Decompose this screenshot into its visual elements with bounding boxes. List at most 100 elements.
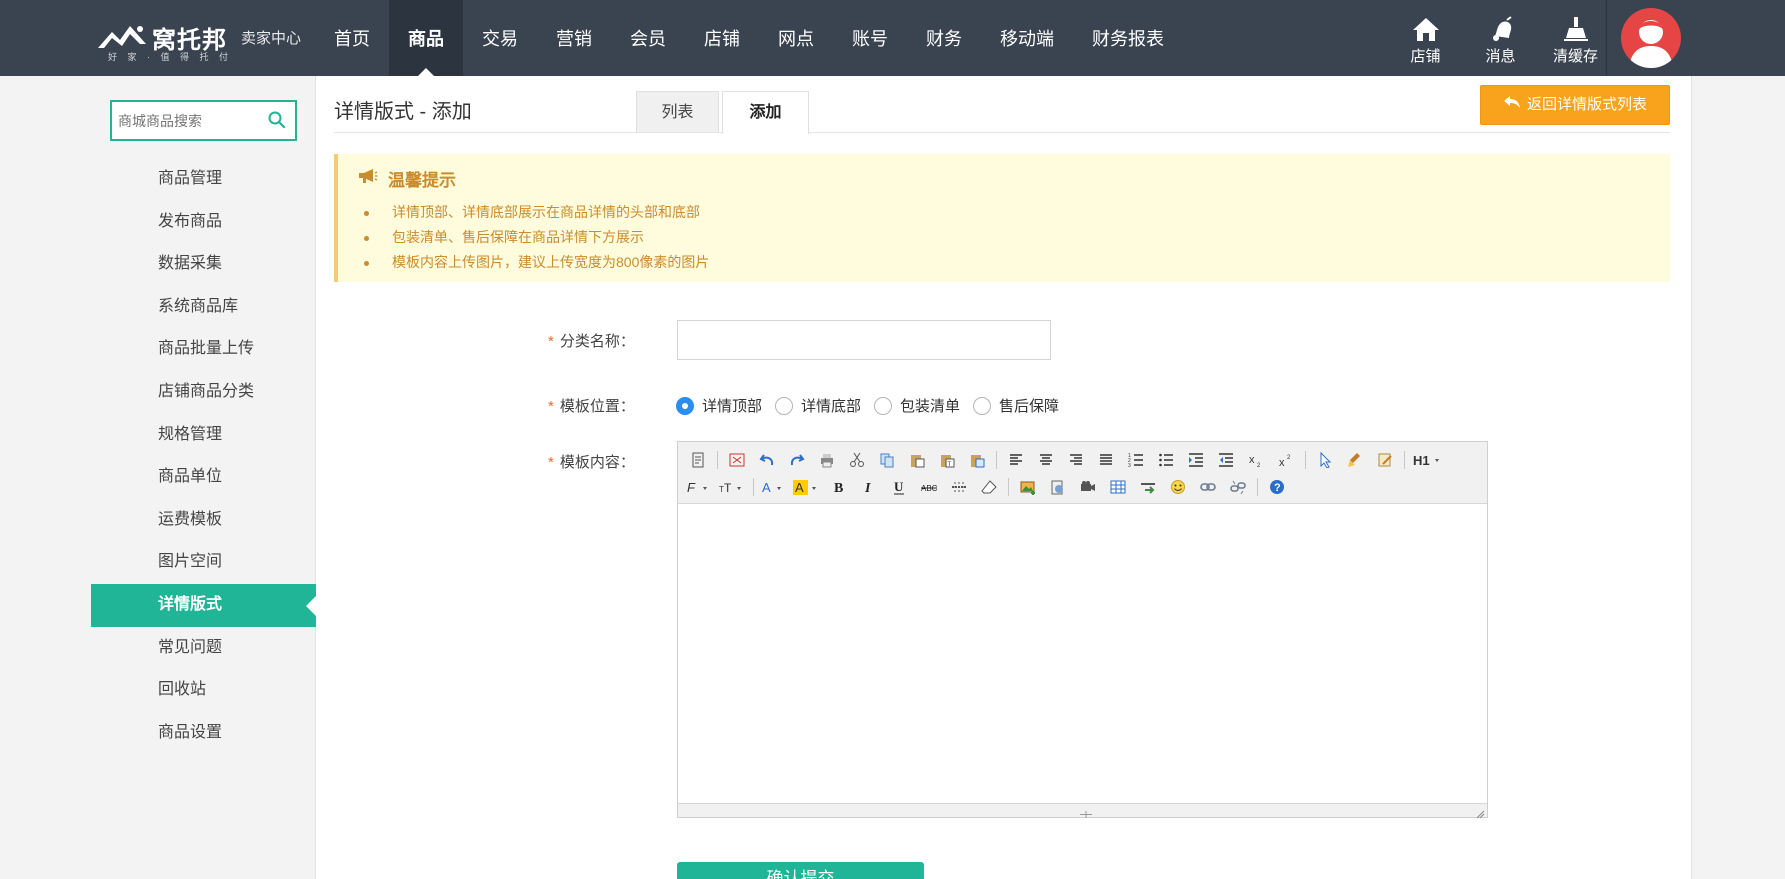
media-icon[interactable] xyxy=(1076,476,1100,498)
page-break-icon[interactable] xyxy=(1136,476,1160,498)
editor-content-area[interactable] xyxy=(678,504,1487,803)
bold-icon[interactable]: B xyxy=(827,476,851,498)
subscript-icon[interactable]: x2 xyxy=(1244,449,1268,471)
redo-icon[interactable] xyxy=(785,449,809,471)
sidebar-item-data-collect[interactable]: 数据采集 xyxy=(91,243,316,286)
sidebar-item-detail-layout[interactable]: 详情版式 xyxy=(91,583,316,627)
nav-member[interactable]: 会员 xyxy=(611,0,685,76)
align-left-icon[interactable] xyxy=(1004,449,1028,471)
sidebar-item-faq[interactable]: 常见问题 xyxy=(91,627,316,670)
required-star: * xyxy=(548,398,554,415)
indent-icon[interactable] xyxy=(1184,449,1208,471)
italic-icon[interactable]: I xyxy=(857,476,881,498)
font-color-icon[interactable]: A xyxy=(761,476,787,498)
sidebar-item-spec-manage[interactable]: 规格管理 xyxy=(91,414,316,457)
sidebar-item-system-goods-lib[interactable]: 系统商品库 xyxy=(91,286,316,329)
nav-goods[interactable]: 商品 xyxy=(389,0,463,76)
help-icon[interactable]: ? xyxy=(1265,476,1289,498)
align-right-icon[interactable] xyxy=(1064,449,1088,471)
nav-trade[interactable]: 交易 xyxy=(463,0,537,76)
sidebar-item-publish-goods[interactable]: 发布商品 xyxy=(91,201,316,244)
sidebar-item-recycle-bin[interactable]: 回收站 xyxy=(91,669,316,712)
emoticon-icon[interactable] xyxy=(1166,476,1190,498)
font-family-icon[interactable]: F xyxy=(686,476,712,498)
nav-shop[interactable]: 店铺 xyxy=(685,0,759,76)
radio-after-sale[interactable]: 售后保障 xyxy=(973,395,1059,416)
underline-icon[interactable]: U xyxy=(887,476,911,498)
paste-text-icon[interactable]: T xyxy=(935,449,959,471)
logo[interactable]: 窝托邦 好 家 · 值 得 托 付 卖家中心 xyxy=(96,12,301,62)
heading-dropdown-icon[interactable]: H1 xyxy=(1412,449,1442,471)
tip-title-text: 温馨提示 xyxy=(388,171,456,190)
sidebar-item-freight-template[interactable]: 运费模板 xyxy=(91,499,316,542)
horizontal-line-icon[interactable] xyxy=(947,476,971,498)
sidebar-item-image-space[interactable]: 图片空间 xyxy=(91,541,316,584)
clear-cache-tool-button[interactable]: 清缓存 xyxy=(1538,12,1613,66)
toolbar-separator xyxy=(1305,450,1306,469)
table-icon[interactable] xyxy=(1106,476,1130,498)
radio-dot xyxy=(676,396,694,415)
nav-account[interactable]: 账号 xyxy=(833,0,907,76)
nav-home[interactable]: 首页 xyxy=(315,0,389,76)
nav-mobile[interactable]: 移动端 xyxy=(981,0,1073,76)
eraser-icon[interactable] xyxy=(977,476,1001,498)
highlight-color-icon[interactable]: A xyxy=(793,476,821,498)
tip-item: 模板内容上传图片，建议上传宽度为800像素的图片 xyxy=(364,250,709,275)
goods-search-input[interactable] xyxy=(112,102,262,139)
print-icon[interactable] xyxy=(815,449,839,471)
radio-packing-list[interactable]: 包装清单 xyxy=(874,395,960,416)
nav-finance-report[interactable]: 财务报表 xyxy=(1073,0,1183,76)
resize-grip-icon[interactable] xyxy=(1076,806,1096,824)
logo-slogan: 好 家 · 值 得 托 付 xyxy=(108,52,233,62)
logo-center-text: 卖家中心 xyxy=(241,29,302,47)
svg-text:A: A xyxy=(762,480,771,495)
paste-word-icon[interactable] xyxy=(965,449,989,471)
sidebar-item-goods-manage[interactable]: 商品管理 xyxy=(91,158,316,201)
shop-tool-label: 店铺 xyxy=(1410,48,1441,65)
radio-detail-bottom[interactable]: 详情底部 xyxy=(775,395,861,416)
avatar[interactable] xyxy=(1621,8,1681,68)
sidebar-item-goods-unit[interactable]: 商品单位 xyxy=(91,456,316,499)
clear-format-icon[interactable] xyxy=(1343,449,1367,471)
message-tool-button[interactable]: 消息 xyxy=(1463,12,1538,66)
paste-icon[interactable] xyxy=(905,449,929,471)
font-size-icon[interactable]: TT xyxy=(718,476,746,498)
corner-resize-icon[interactable] xyxy=(1475,806,1485,824)
back-to-list-button[interactable]: 返回详情版式列表 xyxy=(1480,85,1670,125)
copy-icon[interactable] xyxy=(875,449,899,471)
flash-icon[interactable] xyxy=(1046,476,1070,498)
tab-list[interactable]: 列表 xyxy=(636,91,719,132)
superscript-icon[interactable]: x2 xyxy=(1274,449,1298,471)
align-justify-icon[interactable] xyxy=(1094,449,1118,471)
quick-format-icon[interactable] xyxy=(1373,449,1397,471)
align-center-icon[interactable] xyxy=(1034,449,1058,471)
undo-icon[interactable] xyxy=(755,449,779,471)
rich-text-editor: T 123 x2 x2 H1 F TT A A B I U ABC ? xyxy=(677,441,1488,819)
nav-finance[interactable]: 财务 xyxy=(907,0,981,76)
select-all-icon[interactable] xyxy=(1313,449,1337,471)
cut-icon[interactable] xyxy=(845,449,869,471)
link-icon[interactable] xyxy=(1196,476,1220,498)
svg-text:2: 2 xyxy=(1287,455,1291,461)
category-name-field[interactable] xyxy=(677,320,1051,360)
search-icon[interactable] xyxy=(267,110,287,135)
source-icon[interactable] xyxy=(686,449,710,471)
unlink-icon[interactable] xyxy=(1226,476,1250,498)
ordered-list-icon[interactable]: 123 xyxy=(1124,449,1148,471)
unordered-list-icon[interactable] xyxy=(1154,449,1178,471)
outdent-icon[interactable] xyxy=(1214,449,1238,471)
strikethrough-icon[interactable]: ABC xyxy=(917,476,941,498)
sidebar-item-goods-settings[interactable]: 商品设置 xyxy=(91,712,316,755)
image-icon[interactable] xyxy=(1016,476,1040,498)
tab-add[interactable]: 添加 xyxy=(722,91,809,134)
fullscreen-icon[interactable] xyxy=(725,449,749,471)
nav-marketing[interactable]: 营销 xyxy=(537,0,611,76)
submit-button[interactable]: 确认提交 xyxy=(677,862,924,879)
svg-text:H1: H1 xyxy=(1413,453,1430,468)
sidebar-item-batch-upload[interactable]: 商品批量上传 xyxy=(91,328,316,371)
sidebar-item-shop-category[interactable]: 店铺商品分类 xyxy=(91,371,316,414)
name-field-label-text: 分类名称： xyxy=(559,333,635,350)
shop-tool-button[interactable]: 店铺 xyxy=(1388,12,1463,66)
nav-outlet[interactable]: 网点 xyxy=(759,0,833,76)
radio-detail-top[interactable]: 详情顶部 xyxy=(676,395,762,416)
